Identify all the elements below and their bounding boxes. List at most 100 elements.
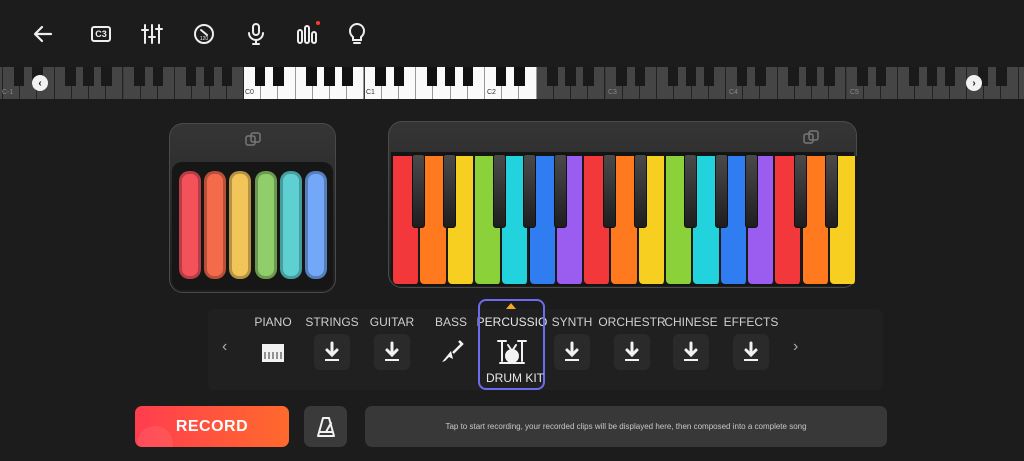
strip-black-key [926, 67, 938, 86]
black-key-4[interactable] [523, 154, 537, 228]
strip-scroll-left-button[interactable]: ‹ [32, 75, 48, 91]
strip-black-key [306, 67, 317, 86]
strip-black-key [324, 67, 335, 86]
strip-black-key [908, 67, 920, 86]
strip-black-key [495, 67, 507, 86]
lightbulb-icon[interactable] [341, 18, 373, 50]
octave-label: C4 [729, 89, 738, 96]
bass-guitar-icon [433, 334, 469, 370]
pad-1[interactable] [179, 171, 201, 279]
strip-black-key [944, 67, 956, 86]
black-key-10[interactable] [744, 154, 758, 228]
octave-label: C-1 [2, 89, 14, 96]
strip-black-key [875, 67, 887, 86]
black-key-2[interactable] [443, 154, 457, 228]
instrument-label: EFFECTS [723, 315, 779, 329]
black-key-1[interactable] [412, 154, 426, 228]
strip-black-key [703, 67, 715, 86]
strip-black-key [667, 67, 679, 86]
strip-black-key [583, 67, 594, 86]
strip-black-key [788, 67, 799, 86]
strip-black-key [514, 67, 525, 86]
download-icon [374, 334, 410, 370]
instrument-effects[interactable]: EFFECTS [721, 312, 781, 382]
black-key-11[interactable] [794, 154, 808, 228]
pad-3[interactable] [229, 171, 252, 279]
pad-5[interactable] [279, 171, 302, 279]
strip-black-key [426, 67, 438, 86]
black-key-9[interactable] [714, 154, 728, 228]
strip-black-key [375, 67, 386, 86]
strip-black-key [824, 67, 835, 86]
strip-black-key [65, 67, 76, 86]
selected-caret-icon [506, 303, 516, 309]
recording-hint-text: Tap to start recording, your recorded cl… [445, 422, 807, 431]
keyboard-range-strip[interactable]: C-1 C0 C1 C2 C3 C4 C5 [0, 67, 1024, 99]
strip-black-key [755, 67, 766, 86]
download-icon [673, 334, 709, 370]
device-link-icon [803, 130, 819, 144]
notification-dot [316, 21, 320, 25]
strip-black-key [83, 67, 94, 86]
microphone-icon[interactable] [240, 18, 272, 50]
strip-black-key [736, 67, 748, 86]
tempo-icon[interactable]: 120 [188, 18, 220, 50]
strip-black-key [13, 67, 25, 86]
strip-black-key [342, 67, 353, 86]
strip-black-key [565, 67, 576, 86]
strip-black-key [254, 67, 266, 86]
download-icon [554, 334, 590, 370]
strip-black-key [806, 67, 817, 86]
black-key-7[interactable] [634, 154, 648, 228]
strip-black-key [857, 67, 868, 86]
octave-label: C5 [850, 89, 859, 96]
instrument-next-chevron[interactable]: › [793, 338, 798, 356]
strip-black-key [444, 67, 456, 86]
strip-black-key [616, 67, 627, 86]
device-link-icon [245, 132, 261, 146]
black-key-6[interactable] [603, 154, 617, 228]
key-c3-icon[interactable]: C3 [85, 18, 117, 50]
pad-6[interactable] [305, 171, 327, 279]
strip-black-key [221, 67, 233, 86]
metronome-icon [316, 416, 335, 437]
download-icon [314, 334, 350, 370]
strip-black-key [685, 67, 697, 86]
recording-clips-area: Tap to start recording, your recorded cl… [365, 406, 887, 447]
record-label: RECORD [175, 417, 249, 435]
black-key-8[interactable] [684, 154, 698, 228]
instrument-prev-chevron[interactable]: ‹ [222, 338, 227, 356]
strip-black-key [996, 67, 1007, 86]
black-key-3[interactable] [493, 154, 507, 228]
strip-black-key [393, 67, 405, 86]
strip-black-key [547, 67, 558, 86]
strip-black-key [462, 67, 474, 86]
strip-black-key [134, 67, 145, 86]
download-icon [733, 334, 769, 370]
pad-2[interactable] [204, 171, 227, 279]
back-arrow-icon[interactable] [27, 18, 59, 50]
strip-black-key [152, 67, 164, 86]
strip-black-key [634, 67, 646, 86]
strip-black-key [203, 67, 215, 86]
mixer-sliders-icon[interactable] [136, 18, 168, 50]
metronome-button[interactable] [304, 406, 347, 447]
svg-text:120: 120 [200, 36, 209, 42]
strip-white-key [1018, 67, 1024, 99]
strip-black-key [185, 67, 197, 86]
black-key-5[interactable] [553, 154, 567, 228]
strip-black-key [101, 67, 112, 86]
black-key-12[interactable] [825, 154, 839, 228]
octave-label: C1 [366, 89, 375, 96]
octave-label: C3 [608, 89, 617, 96]
instrument-sublabel: DRUM KIT [486, 371, 544, 385]
octave-label: C2 [487, 89, 496, 96]
equalizer-icon[interactable] [291, 18, 323, 50]
record-button[interactable]: RECORD [135, 406, 289, 447]
download-icon [614, 334, 650, 370]
key-c3-label: C3 [91, 26, 111, 42]
grand-piano-icon [255, 334, 291, 370]
octave-label: C0 [245, 89, 254, 96]
pad-4[interactable] [254, 171, 277, 279]
strip-scroll-right-button[interactable]: › [966, 75, 982, 91]
